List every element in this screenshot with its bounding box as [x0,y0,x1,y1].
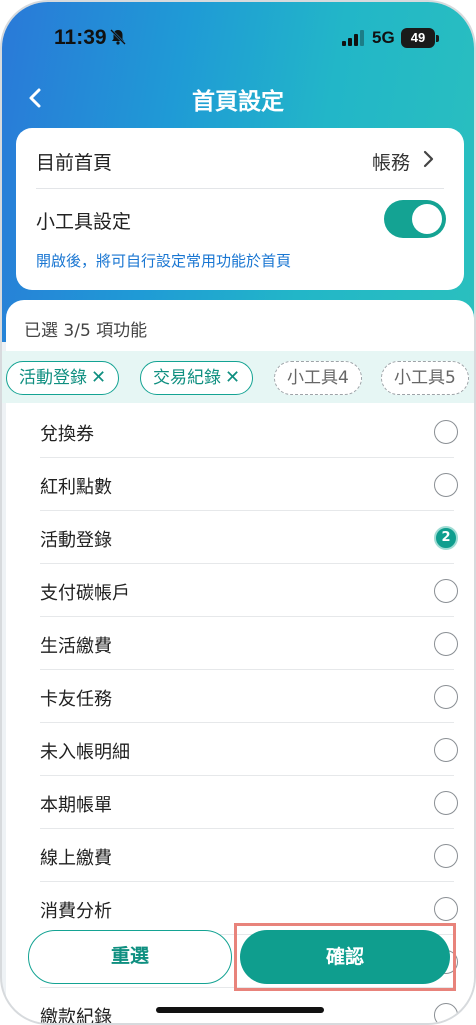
list-item[interactable]: 未入帳明細 [6,723,474,776]
status-bar: 11:39 5G 49 [2,24,474,54]
list-item[interactable]: 支付碳帳戶 [6,564,474,617]
radio-button[interactable] [434,897,458,921]
widget-setting-label: 小工具設定 [36,211,132,233]
list-item[interactable]: 本期帳單 [6,776,474,829]
widget-hint: 開啟後，將可自行設定常用功能於首頁 [36,252,292,270]
list-item[interactable]: 兌換券 [6,405,474,458]
current-home-label: 目前首頁 [36,152,113,174]
radio-button[interactable] [434,1003,458,1023]
divider [36,188,444,189]
list-item[interactable]: 卡友任務 [6,670,474,723]
network-type: 5G [372,28,395,47]
selected-count: 已選 3/5 項功能 [24,321,148,341]
confirm-button[interactable]: 確認 [240,930,450,984]
phone-screen: 11:39 5G 49 首頁設定 目前首頁 帳務 小工具設定 開啟後，將可自行設… [0,0,476,1025]
chip-label: 活動登錄 [19,368,87,388]
selected-chips-row: 活動登錄 ✕ 交易紀錄 ✕ 小工具4 小工具5 [2,351,474,403]
reset-button[interactable]: 重選 [28,930,232,984]
item-label: 繳款紀錄 [40,1007,112,1025]
item-label: 生活繳費 [40,636,112,657]
item-label: 線上繳費 [40,848,112,869]
item-label: 本期帳單 [40,795,112,816]
settings-card: 目前首頁 帳務 小工具設定 開啟後，將可自行設定常用功能於首頁 [16,128,464,290]
close-icon[interactable]: ✕ [225,367,240,388]
chevron-right-icon [423,150,434,168]
item-label: 消費分析 [40,901,112,922]
item-label: 紅利點數 [40,477,112,498]
list-item[interactable]: 生活繳費 [6,617,474,670]
radio-button-selected[interactable]: 2 [434,526,458,550]
item-label: 卡友任務 [40,689,112,710]
chip-activity[interactable]: 活動登錄 ✕ [6,361,120,395]
radio-button[interactable] [434,738,458,762]
close-icon[interactable]: ✕ [91,367,106,388]
current-home-row[interactable]: 目前首頁 帳務 [16,128,464,188]
toggle-knob [412,204,442,234]
current-home-value: 帳務 [371,152,410,174]
chip-label: 交易紀錄 [153,368,221,388]
chip-widget-5[interactable]: 小工具5 [381,361,469,395]
signal-icon [342,30,364,46]
item-label: 未入帳明細 [40,742,130,763]
radio-button[interactable] [434,579,458,603]
battery-icon: 49 [401,28,439,48]
chip-label: 小工具5 [394,368,456,388]
item-label: 活動登錄 [40,530,112,551]
radio-button[interactable] [434,685,458,709]
radio-button[interactable] [434,632,458,656]
radio-button[interactable] [434,420,458,444]
page-title: 首頁設定 [192,89,284,115]
nav-bar: 首頁設定 [2,78,474,118]
home-indicator[interactable] [156,1007,324,1013]
chip-label: 小工具4 [287,368,349,388]
widget-toggle[interactable] [384,200,446,238]
bell-muted-icon [110,29,126,45]
status-time: 11:39 [54,26,107,49]
list-item[interactable]: 紅利點數 [6,458,474,511]
radio-button[interactable] [434,473,458,497]
chip-widget-4[interactable]: 小工具4 [274,361,362,395]
list-item[interactable]: 線上繳費 [6,829,474,882]
item-label: 支付碳帳戶 [40,583,130,604]
list-item[interactable]: 活動登錄 2 [6,511,474,564]
radio-button[interactable] [434,844,458,868]
chip-transactions[interactable]: 交易紀錄 ✕ [140,361,254,395]
radio-button[interactable] [434,791,458,815]
item-label: 兌換券 [40,424,94,445]
feature-card: 已選 3/5 項功能 活動登錄 ✕ 交易紀錄 ✕ 小工具4 小工具5 兌換券 紅利點… [2,300,474,1025]
